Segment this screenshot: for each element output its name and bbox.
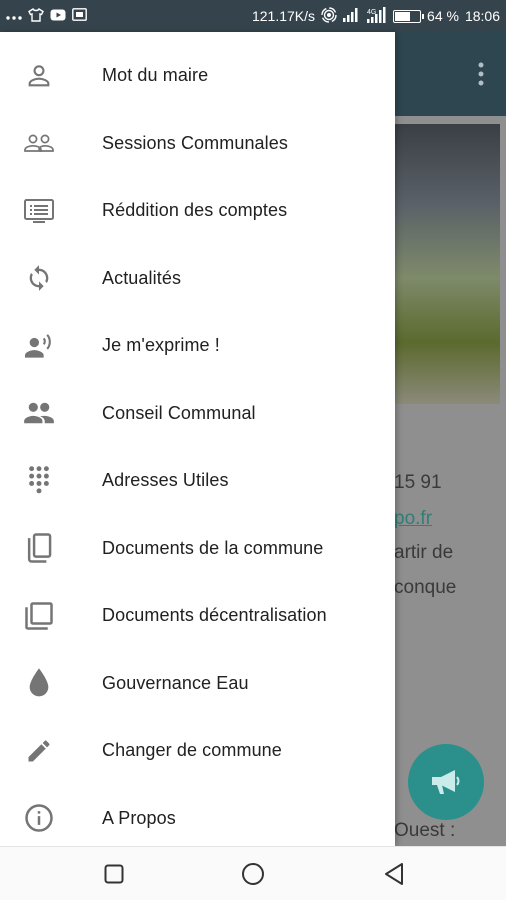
- drawer-item-label: Changer de commune: [102, 740, 282, 761]
- drawer-item-label: Sessions Communales: [102, 132, 288, 153]
- drawer-item-a-propos[interactable]: A Propos: [0, 785, 395, 853]
- youtube-icon: [50, 8, 66, 24]
- drawer-item-label: Mot du maire: [102, 65, 209, 86]
- more-dots-icon: [6, 8, 22, 24]
- clock: 18:06: [464, 8, 500, 24]
- hotspot-icon: [321, 6, 337, 26]
- people-outline-icon: [19, 123, 59, 163]
- battery-fill: [395, 11, 411, 21]
- drawer-item-label: A Propos: [102, 807, 176, 828]
- drawer-item-label: Conseil Communal: [102, 402, 256, 423]
- drawer-item-label: Je m'exprime !: [102, 335, 220, 356]
- drawer-item-documents-decentralisation[interactable]: Documents décentralisation: [0, 582, 395, 650]
- shirt-icon: [28, 7, 44, 25]
- copy-icon: [19, 528, 59, 568]
- drawer-item-sessions-communales[interactable]: Sessions Communales: [0, 110, 395, 178]
- megaphone-icon: [432, 770, 460, 794]
- signal-4g-icon: 4G: [367, 6, 387, 26]
- circle-icon: [242, 863, 264, 885]
- drawer-item-je-mexprime[interactable]: Je m'exprime !: [0, 312, 395, 380]
- phone-fragment: 15 91: [394, 472, 442, 493]
- drawer-item-label: Actualités: [102, 267, 182, 288]
- library-icon: [19, 596, 59, 636]
- drawer-item-conseil-communal[interactable]: Conseil Communal: [0, 380, 395, 448]
- text-fragment-2: conque: [394, 577, 457, 598]
- website-link-fragment[interactable]: po.fr: [394, 508, 432, 530]
- drawer-item-label: Gouvernance Eau: [102, 672, 249, 693]
- square-icon: [104, 864, 124, 884]
- info-icon: [19, 798, 59, 838]
- drawer-menu: Mot du maire Sessions Communales Rédditi…: [0, 42, 395, 852]
- pencil-icon: [19, 731, 59, 771]
- drawer-item-changer-de-commune[interactable]: Changer de commune: [0, 717, 395, 785]
- battery-percent: 64 %: [427, 8, 459, 24]
- back-button[interactable]: [377, 857, 411, 891]
- list-screen-icon: [19, 191, 59, 231]
- status-bar: 121.17K/s 4G 64 % 18:06: [0, 0, 506, 32]
- svg-text:4G: 4G: [367, 9, 376, 16]
- sync-icon: [19, 258, 59, 298]
- water-drop-icon: [19, 663, 59, 703]
- drawer-item-mot-du-maire[interactable]: Mot du maire: [0, 42, 395, 110]
- drawer-item-adresses-utiles[interactable]: Adresses Utiles: [0, 447, 395, 515]
- navigation-drawer: Mot du maire Sessions Communales Rédditi…: [0, 32, 395, 846]
- status-left: [6, 7, 87, 25]
- text-fragment-3: Ouest :: [394, 820, 456, 841]
- triangle-back-icon: [385, 863, 403, 885]
- dialpad-icon: [19, 461, 59, 501]
- system-nav-bar: [0, 846, 506, 900]
- overflow-menu-icon[interactable]: [478, 62, 484, 86]
- recent-apps-button[interactable]: [97, 857, 131, 891]
- drawer-item-label: Documents de la commune: [102, 537, 324, 558]
- battery-icon: [393, 9, 425, 23]
- person-icon: [19, 56, 59, 96]
- group-icon: [19, 393, 59, 433]
- signal-icon: [343, 7, 361, 25]
- drawer-item-documents-commune[interactable]: Documents de la commune: [0, 515, 395, 583]
- home-button[interactable]: [236, 857, 270, 891]
- drawer-item-label: Documents décentralisation: [102, 605, 327, 626]
- drawer-item-label: Adresses Utiles: [102, 470, 229, 491]
- record-voice-icon: [19, 326, 59, 366]
- screenshot-icon: [72, 8, 87, 24]
- network-speed: 121.17K/s: [251, 8, 316, 24]
- text-fragment-1: artir de: [394, 542, 454, 563]
- fab-announce-button[interactable]: [408, 744, 484, 820]
- drawer-item-actualites[interactable]: Actualités: [0, 245, 395, 313]
- status-right: 121.17K/s 4G 64 % 18:06: [251, 6, 500, 26]
- drawer-item-gouvernance-eau[interactable]: Gouvernance Eau: [0, 650, 395, 718]
- drawer-item-label: Réddition des comptes: [102, 200, 288, 221]
- drawer-item-reddition-des-comptes[interactable]: Réddition des comptes: [0, 177, 395, 245]
- town-photo: [394, 124, 500, 404]
